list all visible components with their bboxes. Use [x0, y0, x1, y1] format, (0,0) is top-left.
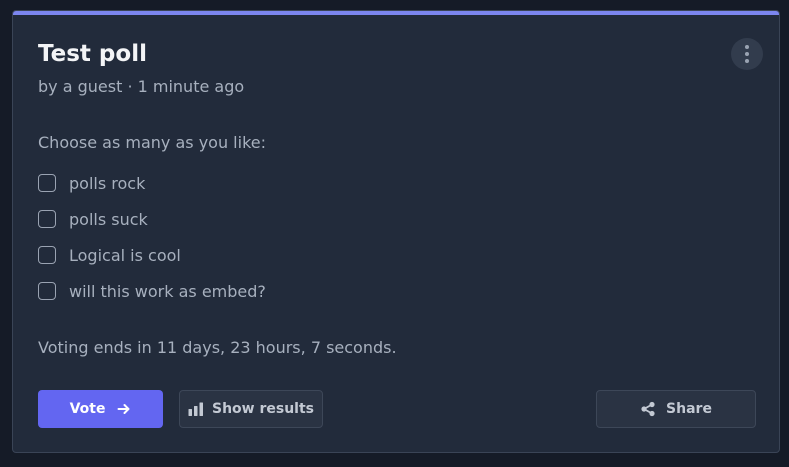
show-results-button[interactable]: Show results: [179, 390, 323, 428]
poll-options: polls rock polls suck Logical is cool wi…: [38, 172, 266, 316]
poll-option[interactable]: Logical is cool: [38, 244, 266, 266]
poll-card: Test poll by a guest · 1 minute ago Choo…: [12, 10, 780, 453]
voting-deadline: Voting ends in 11 days, 23 hours, 7 seco…: [38, 338, 397, 357]
poll-option[interactable]: polls suck: [38, 208, 266, 230]
more-options-button[interactable]: [731, 38, 763, 70]
poll-option[interactable]: polls rock: [38, 172, 266, 194]
vote-button-label: Vote: [69, 401, 106, 417]
option-checkbox[interactable]: [38, 282, 56, 300]
arrow-right-icon: [117, 402, 131, 416]
option-label: polls suck: [69, 209, 148, 229]
poll-byline: by a guest · 1 minute ago: [38, 77, 245, 96]
option-checkbox[interactable]: [38, 174, 56, 192]
bar-chart-icon: [188, 402, 204, 416]
accent-bar: [13, 11, 779, 15]
option-label: polls rock: [69, 173, 146, 193]
share-icon: [640, 401, 656, 417]
option-checkbox[interactable]: [38, 246, 56, 264]
poll-instruction: Choose as many as you like:: [38, 133, 266, 152]
option-checkbox[interactable]: [38, 210, 56, 228]
option-label: will this work as embed?: [69, 281, 266, 301]
more-vertical-icon: [745, 45, 749, 49]
vote-button[interactable]: Vote: [38, 390, 163, 428]
option-label: Logical is cool: [69, 245, 181, 265]
share-button[interactable]: Share: [596, 390, 756, 428]
poll-option[interactable]: will this work as embed?: [38, 280, 266, 302]
show-results-label: Show results: [212, 401, 314, 417]
share-label: Share: [666, 401, 712, 417]
poll-title: Test poll: [38, 41, 147, 67]
